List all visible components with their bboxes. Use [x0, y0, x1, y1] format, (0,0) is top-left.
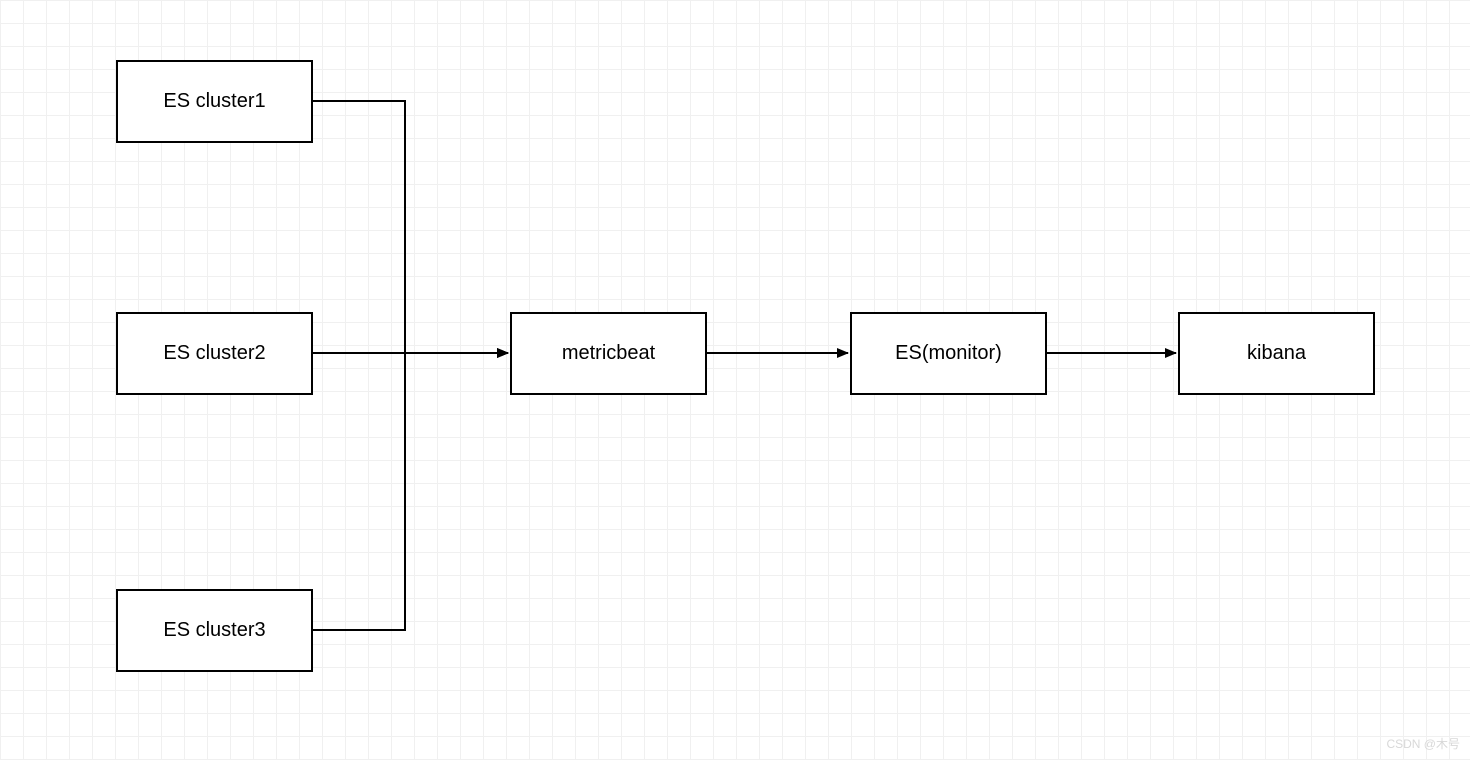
- node-es-cluster3: ES cluster3: [116, 589, 313, 672]
- node-label: kibana: [1247, 342, 1306, 365]
- node-es-cluster1: ES cluster1: [116, 60, 313, 143]
- node-label: ES(monitor): [895, 342, 1002, 365]
- node-label: metricbeat: [562, 342, 655, 365]
- edge-cluster1-to-metricbeat: [313, 101, 508, 353]
- watermark: CSDN @木号: [1386, 735, 1460, 752]
- node-kibana: kibana: [1178, 312, 1375, 395]
- node-es-cluster2: ES cluster2: [116, 312, 313, 395]
- node-es-monitor: ES(monitor): [850, 312, 1047, 395]
- node-label: ES cluster1: [163, 90, 265, 113]
- node-label: ES cluster3: [163, 619, 265, 642]
- edge-cluster3-to-metricbeat: [313, 353, 508, 630]
- node-label: ES cluster2: [163, 342, 265, 365]
- node-metricbeat: metricbeat: [510, 312, 707, 395]
